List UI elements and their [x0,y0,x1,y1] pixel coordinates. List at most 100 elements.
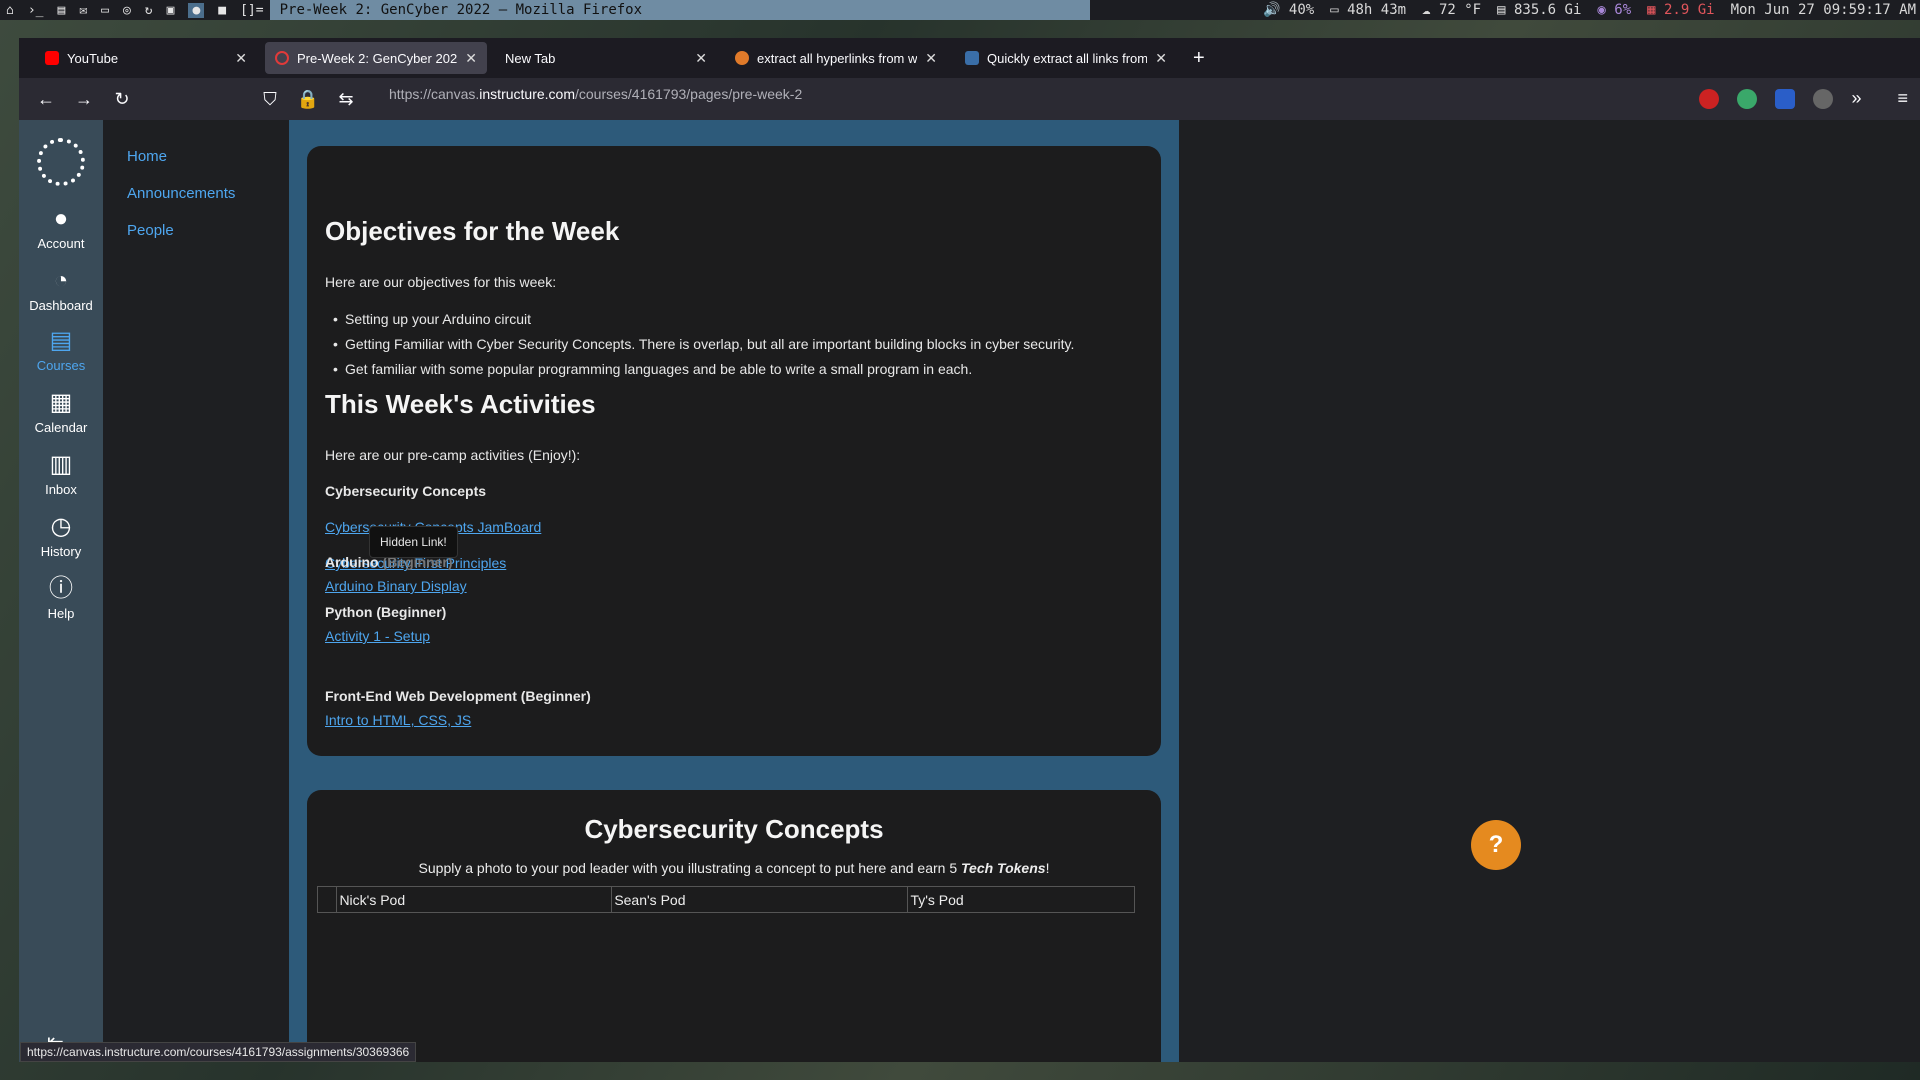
nav-label: Courses [36,358,86,373]
folder-icon[interactable]: ▭ [101,3,109,18]
web-dev-heading: Front-End Web Development (Beginner) [325,688,591,704]
nav-dashboard[interactable]: ◔ Dashboard [19,267,103,314]
tab-label: Quickly extract all links from [987,50,1148,66]
cpu-value: 6% [1614,2,1632,18]
pod-header: Ty's Pod [907,886,1135,913]
activities-heading: This Week's Activities [325,389,596,419]
mail-icon[interactable]: ✉ [79,3,87,18]
objective-item: Get familiar with some popular programmi… [333,361,972,377]
calendar-icon: ▦ [49,389,73,416]
tab-new-tab[interactable]: New Tab ✕ [495,42,717,74]
canvas-logo-icon[interactable] [37,138,85,186]
extension-blue-icon[interactable] [1775,88,1796,109]
layout-icon[interactable]: ▣ [167,3,175,18]
url-prefix: https://canvas. [389,86,480,102]
steam-icon[interactable]: ◎ [123,3,131,18]
url-bar[interactable]: https://canvas.instructure.com/courses/4… [389,86,802,102]
tab-quickly-extract[interactable]: Quickly extract all links from ✕ [955,42,1177,74]
memory-value: 2.9 Gi [1663,2,1715,18]
document-icon[interactable]: ▤ [57,3,65,18]
objective-item: Getting Familiar with Cyber Security Con… [333,336,1074,352]
help-info-icon: ⓘ [49,575,73,602]
close-icon[interactable]: ✕ [925,50,937,67]
terminal-icon[interactable]: ›_ [28,3,44,18]
nav-help[interactable]: ⓘ Help [19,575,103,622]
search-favicon-icon [735,51,749,65]
pod-table: Nick's Pod Sean's Pod Ty's Pod [316,886,1135,913]
help-button[interactable]: ? [1471,820,1521,870]
shield-icon[interactable]: ⛉ [251,89,289,110]
nav-calendar[interactable]: ▦ Calendar [19,389,103,436]
canvas-page: ● Account ◔ Dashboard ▤ Courses ▦ Calend… [19,120,1920,1062]
video-icon[interactable]: ■ [218,3,226,18]
objectives-intro: Here are our objectives for this week: [325,274,557,290]
tech-tokens-text: Tech Tokens [961,860,1046,876]
objectives-card: Objectives for the Week Here are our obj… [307,146,1161,756]
home-icon[interactable]: ⌂ [6,3,14,18]
concepts-subtitle: Supply a photo to your pod leader with y… [307,860,1161,876]
disk-value: 835.6 Gi [1513,2,1582,18]
new-tab-button[interactable]: + [1185,47,1213,70]
volume-indicator[interactable]: 🔊 40% [1263,2,1314,18]
python-heading: Python (Beginner) [325,604,447,620]
course-nav-people[interactable]: People [127,222,174,239]
extension-glasses-icon[interactable] [1813,88,1834,109]
course-nav-announcements[interactable]: Announcements [127,185,235,202]
reload-icon[interactable]: ↻ [103,89,141,110]
right-pane [1179,120,1920,1062]
uptime-indicator: ▭ 48h 43m [1330,2,1407,18]
tab-label: New Tab [505,50,556,66]
lock-icon[interactable]: 🔒 [289,89,327,110]
nav-history[interactable]: ◷ History [19,514,103,560]
nav-courses[interactable]: ▤ Courses [19,328,103,374]
nav-inbox[interactable]: ▥ Inbox [19,451,103,498]
arduino-binary-display-link[interactable]: Arduino Binary Display [325,578,467,594]
navigation-bar: ← → ↻ ⛉ 🔒 ⇆ https://canvas.instructure.c… [19,78,1920,120]
site-favicon-icon [965,51,979,65]
concepts-heading: Cybersecurity Concepts [584,814,884,844]
ublock-icon[interactable] [1699,88,1720,109]
nav-label: Inbox [45,482,77,497]
forward-icon[interactable]: → [65,89,103,110]
firefox-icon[interactable]: ● [188,2,205,18]
tab-pre-week-2[interactable]: Pre-Week 2: GenCyber 2022 ✕ [265,42,487,74]
close-icon[interactable]: ✕ [1155,50,1167,67]
nav-label: Dashboard [29,298,93,313]
tiling-icon[interactable]: []= [240,3,263,18]
tab-label: extract all hyperlinks from w [757,50,918,66]
close-icon[interactable]: ✕ [465,50,477,67]
course-nav-home[interactable]: Home [127,148,167,165]
cybersecurity-concepts-card: Cybersecurity Concepts Supply a photo to… [307,790,1161,1062]
sync-icon[interactable]: ↻ [145,3,153,18]
close-icon[interactable]: ✕ [235,50,247,67]
volume-value: 40% [1288,2,1315,18]
extension-green-icon[interactable] [1737,88,1758,109]
permissions-icon[interactable]: ⇆ [327,89,365,110]
subtitle-end: ! [1045,860,1050,876]
url-domain: instructure.com [479,86,575,102]
inbox-icon: ▥ [49,451,73,478]
uptime-value: 48h 43m [1347,2,1407,18]
intro-html-css-js-link[interactable]: Intro to HTML, CSS, JS [325,712,471,728]
tab-label: YouTube [67,50,119,66]
disk-indicator: ▤ 835.6 Gi [1497,2,1582,18]
cpu-indicator: ◉ 6% [1597,2,1632,18]
back-icon[interactable]: ← [27,89,65,110]
weather-value: 72 °F [1438,2,1482,18]
subtitle-text: Supply a photo to your pod leader with y… [418,860,962,876]
url-path: /courses/4161793/pages/pre-week-2 [574,86,803,102]
close-icon[interactable]: ✕ [695,50,707,67]
tab-youtube[interactable]: YouTube ✕ [35,42,257,74]
memory-indicator: ▦ 2.9 Gi [1647,2,1715,18]
dashboard-icon: ◔ [53,267,69,294]
nav-label: History [40,544,82,559]
global-navigation: ● Account ◔ Dashboard ▤ Courses ▦ Calend… [19,120,103,1062]
tab-extract-hyperlinks[interactable]: extract all hyperlinks from w ✕ [725,42,947,74]
overflow-chevron-icon[interactable]: » [1851,88,1861,109]
python-activity-link[interactable]: Activity 1 - Setup [325,628,430,644]
nav-account[interactable]: ● Account [19,205,103,252]
system-stats: 🔊 40% ▭ 48h 43m ☁ 72 °F ▤ 835.6 Gi ◉ 6% … [1263,2,1920,18]
account-avatar-icon: ● [53,205,69,232]
menu-icon[interactable]: ≡ [1897,88,1908,109]
page-content: Objectives for the Week Here are our obj… [289,120,1179,1062]
